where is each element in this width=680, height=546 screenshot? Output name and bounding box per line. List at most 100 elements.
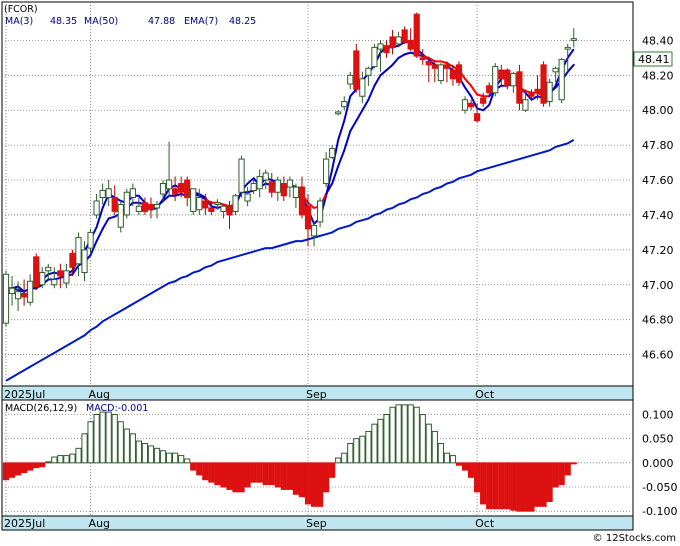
candle-body xyxy=(280,183,287,197)
candle-body xyxy=(443,64,451,69)
candle-body xyxy=(570,38,577,41)
candle-body xyxy=(498,69,505,80)
macd-bar xyxy=(383,414,390,464)
candle-body xyxy=(45,266,52,272)
macd-legend-value: MACD:-0.001 xyxy=(86,403,148,414)
macd-bar xyxy=(407,404,414,464)
candle-body xyxy=(14,291,22,300)
macd-bar xyxy=(14,462,22,476)
candle-body xyxy=(153,203,161,209)
ema7-legend-value: 48.25 xyxy=(229,16,256,27)
candle-body xyxy=(316,200,324,223)
candle-body xyxy=(165,179,173,190)
candle xyxy=(33,253,40,290)
candle-body xyxy=(335,111,342,115)
macd-bar xyxy=(93,414,100,464)
macd-bar xyxy=(153,447,161,464)
candle-body xyxy=(383,45,390,54)
candle-body xyxy=(123,191,130,216)
macd-bar xyxy=(377,418,384,464)
macd-bar xyxy=(45,461,52,464)
candle-body xyxy=(323,158,330,185)
macd-bar xyxy=(510,462,517,511)
macd-bar xyxy=(431,430,438,464)
candle-body xyxy=(419,57,426,61)
macd-x-tick-label: Oct xyxy=(475,517,495,530)
candle-body xyxy=(413,13,420,57)
candle-body xyxy=(329,148,336,158)
price-y-ticks: 46.60 46.80 47.00 47.20 47.40 47.60 47.80 48.00… xyxy=(642,34,674,361)
macd-y-tick-label: -0.100 xyxy=(642,505,677,518)
macd-bar xyxy=(528,462,535,512)
candle-body xyxy=(431,64,438,69)
macd-bar xyxy=(443,452,451,464)
candle-body xyxy=(196,196,203,211)
macd-x-tick-label: 2025Jul xyxy=(4,517,45,530)
macd-bar xyxy=(87,421,94,464)
candle-body xyxy=(480,97,487,104)
candle-body xyxy=(395,36,402,45)
macd-bar xyxy=(570,462,577,465)
candle-body xyxy=(232,195,239,212)
last-price-value: 48.41 xyxy=(638,53,670,66)
macd-bar xyxy=(504,462,511,510)
macd-bar xyxy=(498,462,505,510)
candle-body xyxy=(564,46,571,50)
price-y-tick-label: 47.40 xyxy=(642,209,674,222)
candle-body xyxy=(274,179,281,193)
candle xyxy=(504,68,511,90)
candle xyxy=(190,188,197,215)
price-y-tick-label: 46.80 xyxy=(642,314,674,327)
candle-body xyxy=(310,224,318,237)
macd-bar xyxy=(178,455,185,464)
price-y-tick-label: 47.60 xyxy=(642,174,674,187)
macd-bar xyxy=(347,443,354,464)
macd-bar xyxy=(419,414,426,464)
watermark: © 12Stocks.com xyxy=(593,533,676,544)
macd-bar xyxy=(196,462,203,476)
candle-body xyxy=(492,66,499,94)
macd-bar xyxy=(341,452,348,464)
candle-body xyxy=(39,272,46,286)
ma3-legend-value: 48.35 xyxy=(50,16,77,27)
candle-body xyxy=(510,73,517,87)
candle xyxy=(455,61,463,86)
candle-body xyxy=(474,113,481,122)
price-y-tick-label: 47.00 xyxy=(642,279,674,292)
macd-bar xyxy=(353,438,360,464)
macd-bar xyxy=(208,462,215,483)
candle-body xyxy=(111,196,118,212)
candle-body xyxy=(27,280,34,303)
candle-body xyxy=(449,69,457,80)
macd-bar xyxy=(359,435,366,464)
price-x-tick-label: Oct xyxy=(475,388,495,401)
candle-body xyxy=(8,287,16,294)
ma50-legend-value: 47.88 xyxy=(148,16,175,27)
macd-bar xyxy=(461,462,469,471)
price-y-tick-label: 48.00 xyxy=(642,104,674,117)
candle-body xyxy=(226,205,233,216)
macd-bar xyxy=(172,452,179,464)
macd-bar xyxy=(552,462,559,488)
macd-bar xyxy=(371,423,378,464)
macd-bar xyxy=(81,433,88,464)
candle-body xyxy=(292,186,300,198)
candle-body xyxy=(486,85,493,94)
candle-body xyxy=(184,179,191,198)
candle xyxy=(492,63,499,97)
candle-body xyxy=(21,292,28,298)
macd-bar xyxy=(117,421,124,464)
candle-body xyxy=(33,256,40,288)
macd-y-ticks: 0.100 0.050 0.000 -0.050 -0.100 xyxy=(642,409,677,519)
candle-body xyxy=(250,183,257,192)
macd-bar xyxy=(492,462,499,510)
macd-bar xyxy=(51,456,58,464)
macd-bar xyxy=(516,462,523,512)
candle-body xyxy=(389,36,396,48)
candle-body xyxy=(220,205,227,212)
candle-body xyxy=(268,181,275,193)
macd-bar xyxy=(564,462,571,476)
candle-body xyxy=(262,172,269,181)
candle-body xyxy=(407,39,414,50)
candle-body xyxy=(371,46,378,68)
